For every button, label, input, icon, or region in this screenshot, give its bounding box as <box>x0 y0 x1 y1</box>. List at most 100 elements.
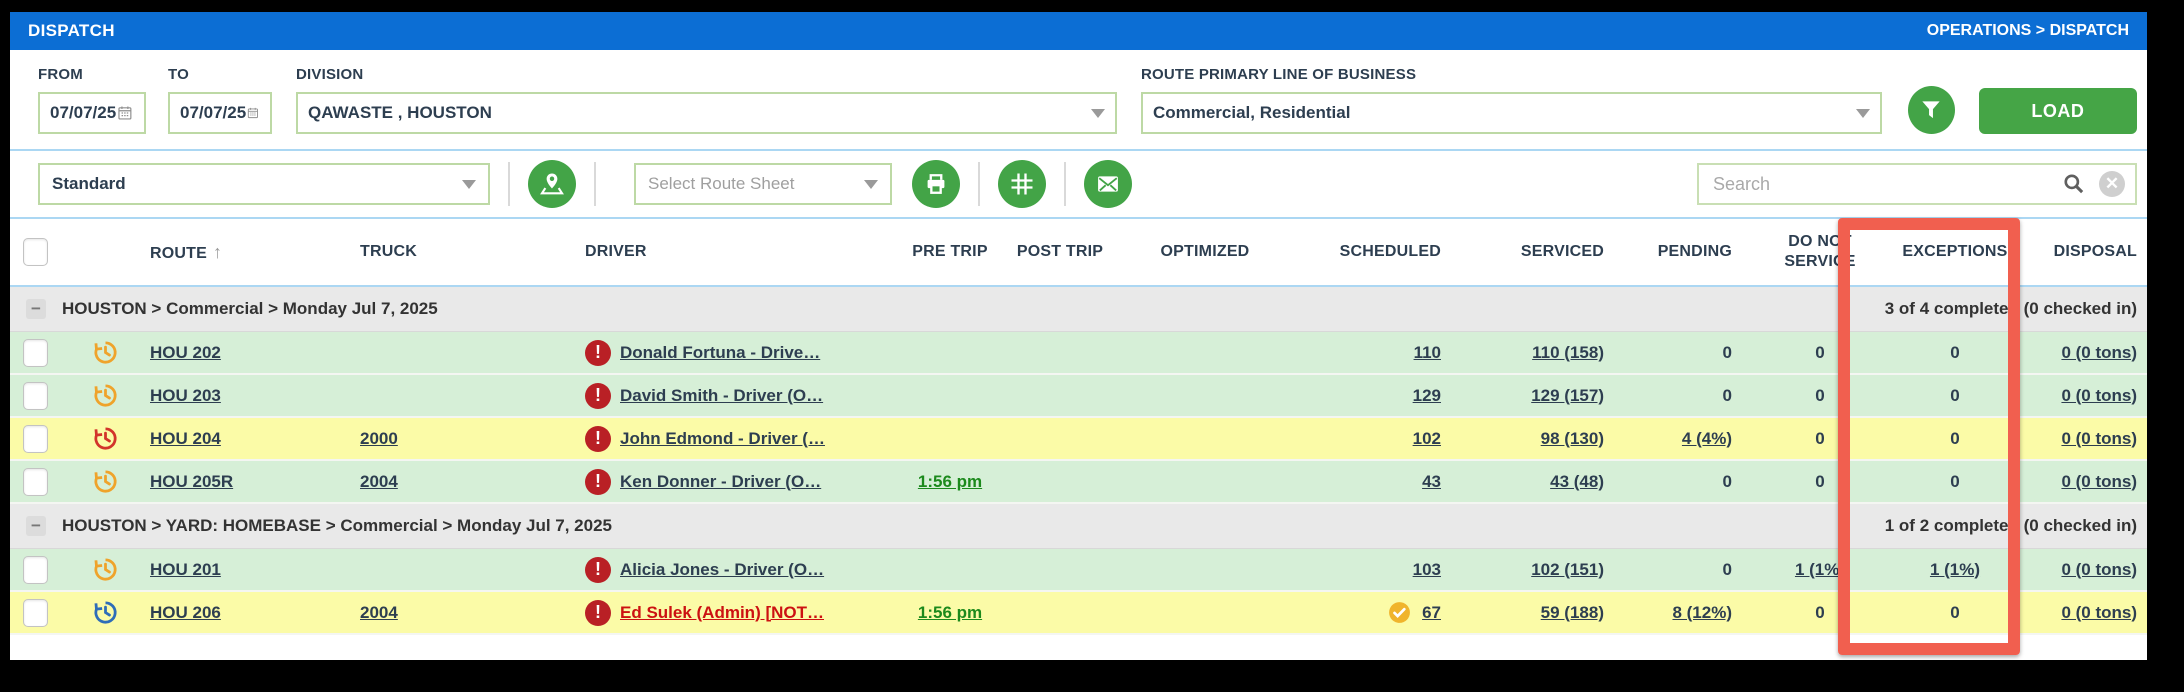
disposal-link[interactable]: 0 (0 tons) <box>2061 560 2137 579</box>
serviced-link[interactable]: 43 (48) <box>1550 472 1604 491</box>
route-status-cell[interactable] <box>60 381 150 410</box>
route-link[interactable]: HOU 206 <box>150 603 221 622</box>
row-checkbox[interactable] <box>22 598 48 627</box>
scheduled-link[interactable]: 129 <box>1413 386 1441 406</box>
driver-alert-icon[interactable]: ! <box>585 556 611 583</box>
driver-link[interactable]: David Smith - Driver (O… <box>620 386 823 406</box>
disposal-link[interactable]: 0 (0 tons) <box>2061 472 2137 491</box>
driver-alert-icon[interactable]: ! <box>585 339 611 366</box>
route-sheet-select[interactable]: Select Route Sheet <box>634 163 892 205</box>
column-header-truck[interactable]: TRUCK <box>360 243 585 261</box>
driver-link[interactable]: Ken Donner - Driver (O… <box>620 472 821 492</box>
route-cell: HOU 206 <box>150 603 360 623</box>
email-button[interactable] <box>1084 160 1132 208</box>
route-builder-button[interactable] <box>998 160 1046 208</box>
column-header-optimized[interactable]: OPTIMIZED <box>1115 243 1295 261</box>
row-checkbox[interactable] <box>22 555 48 584</box>
route-row: HOU 202! Donald Fortuna - Drive… 110 110 (1… <box>10 332 2147 375</box>
magnifier-icon[interactable] <box>2061 171 2087 197</box>
filter-button[interactable] <box>1907 86 1955 134</box>
pending-value[interactable]: 8 (12%) <box>1672 603 1732 622</box>
driver-link[interactable]: Donald Fortuna - Drive… <box>620 343 820 363</box>
calendar-icon[interactable] <box>246 101 260 125</box>
route-status-cell[interactable] <box>60 598 150 627</box>
driver-link[interactable]: Ed Sulek (Admin) [NOT… <box>620 603 824 623</box>
map-button[interactable] <box>528 160 576 208</box>
column-header-post-trip[interactable]: POST TRIP <box>1005 243 1115 261</box>
column-header-serviced[interactable]: SERVICED <box>1455 243 1620 261</box>
route-link[interactable]: HOU 202 <box>150 343 221 362</box>
serviced-link[interactable]: 129 (157) <box>1531 386 1604 405</box>
print-button[interactable] <box>912 160 960 208</box>
disposal-link[interactable]: 0 (0 tons) <box>2061 343 2137 362</box>
view-select[interactable]: Standard <box>38 163 490 205</box>
row-checkbox[interactable] <box>22 467 48 496</box>
scheduled-link[interactable]: 43 <box>1422 472 1441 492</box>
column-header-disposal[interactable]: DISPOSAL <box>2030 243 2147 261</box>
route-link[interactable]: HOU 205R <box>150 472 233 491</box>
divider <box>594 162 596 206</box>
route-status-cell[interactable] <box>60 467 150 496</box>
group-summary: 3 of 4 completed (0 checked in) <box>1884 299 2137 318</box>
scheduled-link[interactable]: 110 <box>1414 343 1441 363</box>
page-title: DISPATCH <box>28 21 115 40</box>
scheduled-link[interactable]: 67 <box>1422 603 1441 623</box>
divider <box>978 162 980 206</box>
truck-link[interactable]: 2000 <box>360 429 398 448</box>
search-input[interactable]: Search ✕ <box>1697 163 2137 205</box>
lob-field: ROUTE PRIMARY LINE OF BUSINESS Commercia… <box>1140 66 1882 134</box>
calendar-icon[interactable] <box>116 101 134 125</box>
driver-cell: ! David Smith - Driver (O… <box>585 382 895 409</box>
collapse-minus-icon[interactable]: − <box>26 516 46 536</box>
serviced-link[interactable]: 98 (130) <box>1541 429 1604 448</box>
route-link[interactable]: HOU 203 <box>150 386 221 405</box>
row-checkbox-cell <box>10 381 60 410</box>
route-link[interactable]: HOU 204 <box>150 429 221 448</box>
row-checkbox[interactable] <box>22 424 48 453</box>
route-status-cell[interactable] <box>60 338 150 367</box>
route-status-cell[interactable] <box>60 555 150 584</box>
driver-link[interactable]: John Edmond - Driver (… <box>620 429 825 449</box>
serviced-link[interactable]: 59 (188) <box>1541 603 1604 622</box>
clear-search-icon[interactable]: ✕ <box>2099 171 2125 197</box>
disposal-link[interactable]: 0 (0 tons) <box>2061 603 2137 622</box>
pre-trip-time-link[interactable]: 1:56 pm <box>918 472 982 491</box>
pre-trip-time-link[interactable]: 1:56 pm <box>918 603 982 622</box>
disposal-link[interactable]: 0 (0 tons) <box>2061 386 2137 405</box>
row-checkbox[interactable] <box>22 381 48 410</box>
disposal-link[interactable]: 0 (0 tons) <box>2061 429 2137 448</box>
truck-link[interactable]: 2004 <box>360 472 398 491</box>
pending-value[interactable]: 4 (4%) <box>1682 429 1732 448</box>
column-header-do-not-service[interactable]: DO NOT SERVICE <box>1760 232 1880 272</box>
column-header-scheduled[interactable]: SCHEDULED <box>1295 243 1455 261</box>
column-header-route[interactable]: ROUTE ↑ <box>150 242 360 263</box>
route-link[interactable]: HOU 201 <box>150 560 221 579</box>
collapse-minus-icon[interactable]: − <box>26 299 46 319</box>
driver-alert-icon[interactable]: ! <box>585 382 611 409</box>
route-status-cell[interactable] <box>60 424 150 453</box>
from-date-input[interactable]: 07/07/25 <box>38 92 146 134</box>
lob-select[interactable]: Commercial, Residential <box>1140 92 1882 134</box>
load-button[interactable]: LOAD <box>1978 88 2137 134</box>
column-header-pending[interactable]: PENDING <box>1620 243 1760 261</box>
column-header-exceptions[interactable]: EXCEPTIONS <box>1880 243 2030 261</box>
column-header-driver[interactable]: DRIVER <box>585 243 895 261</box>
truck-link[interactable]: 2004 <box>360 603 398 622</box>
row-checkbox[interactable] <box>22 338 48 367</box>
driver-alert-icon[interactable]: ! <box>585 599 611 626</box>
scheduled-link[interactable]: 102 <box>1413 429 1441 449</box>
division-select[interactable]: QAWASTE , HOUSTON <box>296 92 1117 134</box>
column-header-pre-trip[interactable]: PRE TRIP <box>895 243 1005 261</box>
serviced-link[interactable]: 110 (158) <box>1532 343 1604 362</box>
exceptions-value[interactable]: 1 (1%) <box>1930 560 1980 579</box>
driver-alert-icon[interactable]: ! <box>585 468 611 495</box>
to-date-input[interactable]: 07/07/25 <box>168 92 272 134</box>
do-not-service-value[interactable]: 1 (1%) <box>1795 560 1845 579</box>
driver-alert-icon[interactable]: ! <box>585 425 611 452</box>
serviced-link[interactable]: 102 (151) <box>1531 560 1604 579</box>
table-header: ROUTE ↑ TRUCK DRIVER PRE TRIP POST TRIP O… <box>10 219 2147 287</box>
scheduled-cell: 110 <box>1295 343 1455 363</box>
scheduled-link[interactable]: 103 <box>1413 560 1441 580</box>
driver-link[interactable]: Alicia Jones - Driver (O… <box>620 560 824 580</box>
select-all-checkbox[interactable] <box>22 238 48 266</box>
